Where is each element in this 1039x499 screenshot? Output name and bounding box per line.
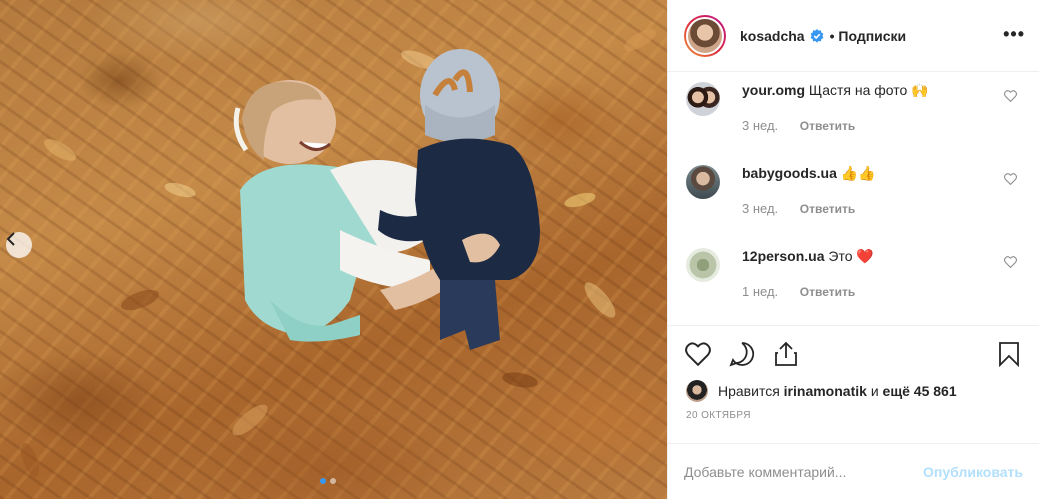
bookmark-icon [999,342,1019,367]
share-button[interactable] [772,340,800,368]
carousel-prev-button[interactable] [6,232,32,258]
likes-middle: и [870,383,879,399]
action-bar [668,326,1039,382]
reply-button[interactable]: Ответить [800,285,855,299]
comment-username[interactable]: babygoods.ua [742,165,837,181]
author-username[interactable]: kosadcha [740,28,805,44]
add-comment-section: Опубликовать [668,443,1039,499]
comment-input[interactable] [684,463,924,480]
liker-username[interactable]: irinamonatik [784,383,867,399]
reply-button[interactable]: Ответить [800,119,855,133]
heart-icon [685,342,711,366]
commenter-avatar[interactable] [686,165,720,199]
more-dots-icon[interactable]: ••• [1003,24,1025,45]
author-avatar[interactable] [684,14,726,57]
like-button[interactable] [684,340,712,368]
reply-button[interactable]: Ответить [800,202,855,216]
share-upload-icon [775,341,797,366]
likes-count[interactable]: ещё 45 861 [883,383,957,399]
comment-username[interactable]: your.omg [742,82,805,98]
comment-text: Это ❤️ [828,248,874,264]
post-actions-section: Нравится irinamonatik и ещё 45 861 20 ОК… [668,325,1039,421]
like-comment-heart-icon[interactable] [1004,256,1017,268]
comment-username[interactable]: 12person.ua [742,248,824,264]
post-date[interactable]: 20 ОКТЯБРЯ [668,402,1039,421]
comment-item: babygoods.ua 👍👍 3 нед. Ответить [668,157,1039,240]
carousel-dot [330,478,336,484]
commenter-avatar[interactable] [686,248,720,282]
post-sidebar: kosadcha • Подписки ••• your.omg Щастя н… [667,0,1039,499]
comments-list: your.omg Щастя на фото 🙌 3 нед. Ответить… [668,74,1039,323]
post-photo[interactable] [0,0,667,499]
comment-text: 👍👍 [840,165,876,181]
instagram-post: kosadcha • Подписки ••• your.omg Щастя н… [0,0,1039,499]
carousel-dot [320,478,326,484]
comment-text: Щастя на фото 🙌 [808,82,929,98]
comment-bubble-icon [729,342,755,367]
photo-scene [20,29,656,478]
like-comment-heart-icon[interactable] [1004,173,1017,185]
comment-button[interactable] [728,340,756,368]
publish-button[interactable]: Опубликовать [923,464,1023,480]
save-button[interactable] [995,340,1023,368]
liker-avatar[interactable] [686,380,708,402]
comment-time: 3 нед. [742,118,779,133]
likes-summary: Нравится irinamonatik и ещё 45 861 [668,380,1039,402]
comment-time: 1 нед. [742,284,779,299]
verified-badge-icon [810,28,823,43]
comment-item: your.omg Щастя на фото 🙌 3 нед. Ответить [668,74,1039,157]
likes-prefix: Нравится [718,383,780,399]
commenter-avatar[interactable] [686,82,720,116]
comment-item: 12person.ua Это ❤️ 1 нед. Ответить [668,240,1039,323]
like-comment-heart-icon[interactable] [1004,90,1017,102]
carousel-dots [320,478,336,484]
post-header: kosadcha • Подписки ••• [668,0,1039,72]
chevron-left-icon [6,232,15,246]
following-button[interactable]: • Подписки [830,28,907,44]
comment-time: 3 нед. [742,201,779,216]
